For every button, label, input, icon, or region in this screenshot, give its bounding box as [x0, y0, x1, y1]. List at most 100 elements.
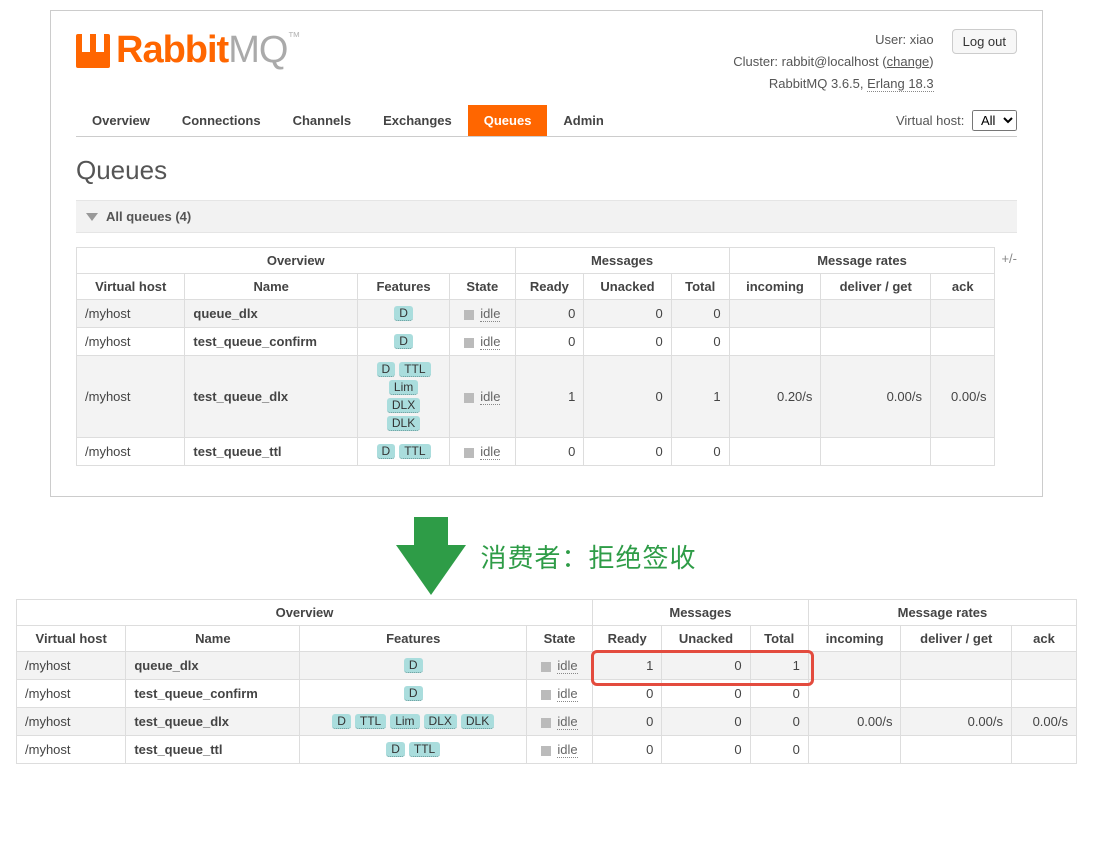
column-header[interactable]: Total — [750, 626, 808, 652]
column-group-header: Messages — [593, 600, 809, 626]
column-header[interactable]: deliver / get — [821, 274, 931, 300]
all-queues-section-header[interactable]: All queues (4) — [76, 200, 1017, 233]
state-text: idle — [557, 686, 577, 702]
column-header[interactable]: Virtual host — [17, 626, 126, 652]
feature-badge[interactable]: TTL — [399, 444, 430, 459]
tab-admin[interactable]: Admin — [547, 105, 619, 136]
section-title: All queues (4) — [106, 209, 191, 224]
feature-badge[interactable]: TTL — [409, 742, 440, 757]
column-header[interactable]: deliver / get — [901, 626, 1012, 652]
column-header[interactable]: ack — [931, 274, 995, 300]
total-cell: 0 — [671, 300, 729, 328]
queue-name-cell[interactable]: test_queue_confirm — [185, 328, 358, 356]
deliver-cell — [901, 652, 1012, 680]
feature-badge[interactable]: TTL — [355, 714, 386, 729]
deliver-cell — [821, 438, 931, 466]
deliver-cell — [901, 736, 1012, 764]
feature-badge[interactable]: DLX — [387, 398, 420, 413]
queue-name-cell[interactable]: queue_dlx — [126, 652, 300, 680]
column-header[interactable]: ack — [1012, 626, 1077, 652]
feature-badge[interactable]: D — [394, 306, 413, 321]
state-indicator-icon — [464, 310, 474, 320]
column-header[interactable]: State — [450, 274, 515, 300]
unacked-cell: 0 — [584, 356, 671, 438]
queue-name-cell[interactable]: queue_dlx — [185, 300, 358, 328]
column-header[interactable]: Features — [300, 626, 527, 652]
total-cell: 0 — [750, 708, 808, 736]
queue-name-cell[interactable]: test_queue_ttl — [185, 438, 358, 466]
tab-connections[interactable]: Connections — [166, 105, 277, 136]
ack-cell — [1012, 680, 1077, 708]
virtual-host-cell: /myhost — [17, 652, 126, 680]
state-cell: idle — [527, 736, 593, 764]
virtual-host-select[interactable]: All — [972, 110, 1017, 131]
column-group-header: Message rates — [808, 600, 1076, 626]
rabbitmq-logo-icon — [76, 34, 110, 68]
state-indicator-icon — [541, 662, 551, 672]
columns-toggle[interactable]: +/- — [1001, 247, 1017, 266]
virtual-host-cell: /myhost — [77, 328, 185, 356]
feature-badge[interactable]: D — [332, 714, 351, 729]
feature-badge[interactable]: TTL — [399, 362, 430, 377]
unacked-cell: 0 — [662, 736, 750, 764]
state-indicator-icon — [464, 393, 474, 403]
ready-cell: 0 — [593, 680, 662, 708]
queue-name-cell[interactable]: test_queue_confirm — [126, 680, 300, 708]
column-header[interactable]: Total — [671, 274, 729, 300]
feature-badge[interactable]: D — [394, 334, 413, 349]
collapse-triangle-icon — [86, 213, 98, 221]
features-cell: D — [358, 328, 450, 356]
deliver-cell — [901, 680, 1012, 708]
queue-name-cell[interactable]: test_queue_dlx — [126, 708, 300, 736]
table-row: /myhosttest_queue_confirmDidle000 — [77, 328, 995, 356]
column-header[interactable]: State — [527, 626, 593, 652]
feature-badge[interactable]: D — [404, 658, 423, 673]
column-header[interactable]: Ready — [515, 274, 584, 300]
logout-button[interactable]: Log out — [952, 29, 1017, 54]
total-cell: 1 — [671, 356, 729, 438]
total-cell: 0 — [750, 736, 808, 764]
erlang-version: Erlang 18.3 — [867, 76, 934, 92]
state-cell: idle — [450, 356, 515, 438]
column-header[interactable]: Virtual host — [77, 274, 185, 300]
state-indicator-icon — [541, 746, 551, 756]
queue-name-cell[interactable]: test_queue_dlx — [185, 356, 358, 438]
tab-overview[interactable]: Overview — [76, 105, 166, 136]
column-header[interactable]: Name — [126, 626, 300, 652]
feature-badge[interactable]: Lim — [390, 714, 419, 729]
virtual-host-cell: /myhost — [17, 708, 126, 736]
features-cell: D — [358, 300, 450, 328]
feature-badge[interactable]: DLK — [387, 416, 420, 431]
tab-queues[interactable]: Queues — [468, 105, 548, 136]
ready-cell: 1 — [515, 356, 584, 438]
column-header[interactable]: incoming — [808, 626, 901, 652]
feature-badge[interactable]: D — [386, 742, 405, 757]
feature-badge[interactable]: D — [377, 444, 396, 459]
table-row: /myhostqueue_dlxDidle101 — [17, 652, 1077, 680]
ack-cell — [931, 300, 995, 328]
column-header[interactable]: Name — [185, 274, 358, 300]
incoming-cell — [808, 680, 901, 708]
logo-text-mq: MQ — [228, 29, 287, 71]
column-header[interactable]: Ready — [593, 626, 662, 652]
feature-badge[interactable]: D — [404, 686, 423, 701]
feature-badge[interactable]: Lim — [389, 380, 418, 395]
down-arrow-icon — [396, 517, 466, 595]
top-bar: RabbitMQ™ User: xiao Cluster: rabbit@loc… — [76, 29, 1017, 95]
change-cluster-link[interactable]: change — [887, 54, 930, 69]
rabbitmq-admin-panel: RabbitMQ™ User: xiao Cluster: rabbit@loc… — [50, 10, 1043, 497]
tab-channels[interactable]: Channels — [277, 105, 368, 136]
feature-badge[interactable]: DLK — [461, 714, 494, 729]
column-header[interactable]: Features — [358, 274, 450, 300]
column-header[interactable]: incoming — [729, 274, 821, 300]
logo-tm: ™ — [287, 29, 299, 44]
column-header[interactable]: Unacked — [584, 274, 671, 300]
feature-badge[interactable]: DLX — [424, 714, 457, 729]
queues-table-2: OverviewMessagesMessage ratesVirtual hos… — [16, 599, 1077, 764]
user-info-block: User: xiao Cluster: rabbit@localhost (ch… — [733, 29, 933, 95]
feature-badge[interactable]: D — [377, 362, 396, 377]
column-header[interactable]: Unacked — [662, 626, 750, 652]
tab-exchanges[interactable]: Exchanges — [367, 105, 468, 136]
features-cell: DTTL Lim DLX DLK — [358, 356, 450, 438]
queue-name-cell[interactable]: test_queue_ttl — [126, 736, 300, 764]
